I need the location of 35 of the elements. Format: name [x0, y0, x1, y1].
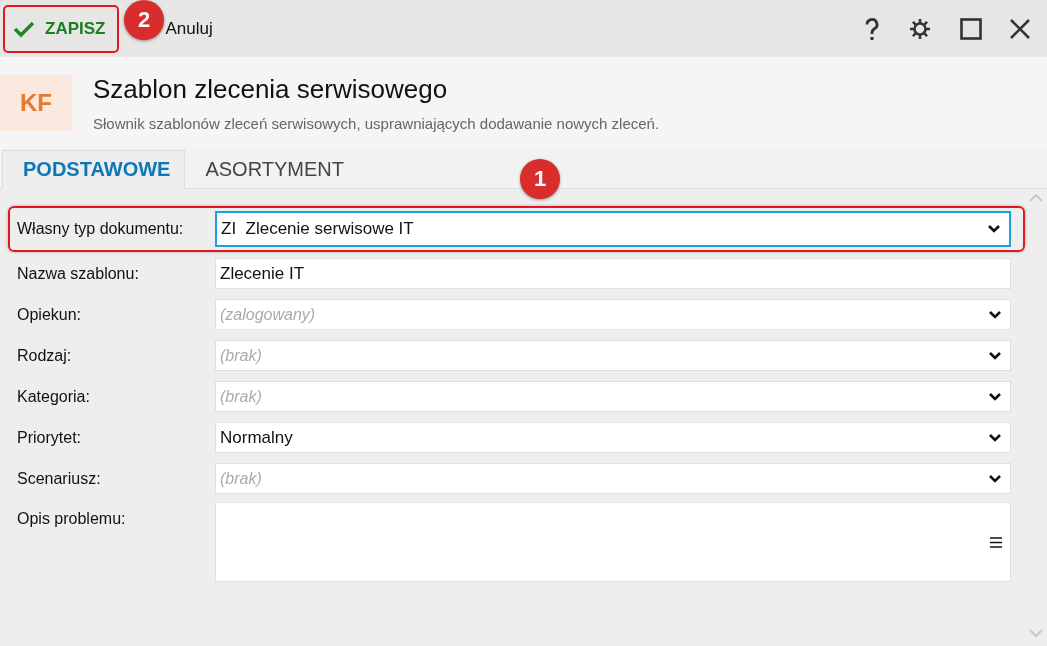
form-title: Szablon zlecenia serwisowego [93, 73, 449, 105]
close-icon[interactable] [1010, 18, 1030, 39]
annotation-badge: 1 [520, 159, 560, 199]
checkmark-icon [13, 19, 35, 38]
chevron-down-icon [987, 224, 1001, 234]
tab[interactable]: ASORTYMENT [185, 150, 358, 189]
module-logo: KF [0, 74, 72, 131]
lines-icon [990, 536, 1002, 548]
field-label: Rodzaj: [17, 346, 73, 365]
maximize-icon[interactable] [960, 17, 982, 40]
help-icon[interactable] [864, 16, 880, 41]
dropdown-field[interactable]: (brak) [215, 340, 1011, 371]
tab[interactable]: PODSTAWOWE [2, 150, 186, 189]
chevron-down-icon [988, 391, 1002, 402]
dropdown-field[interactable]: ZI Zlecenie serwisowe IT [215, 211, 1011, 247]
dropdown-field[interactable]: (zalogowany) [215, 299, 1011, 330]
chevron-down-icon [988, 473, 1002, 484]
input-field[interactable]: Zlecenie IT [215, 258, 1011, 289]
field-label: Nazwa szablonu: [17, 264, 140, 283]
field-label: Priorytet: [17, 428, 82, 447]
field-label: Kategoria: [17, 387, 91, 406]
cancel-button[interactable]: Anuluj [165, 12, 213, 45]
chevron-down-icon [988, 432, 1002, 443]
chevron-down-icon [988, 350, 1002, 361]
dropdown-field[interactable]: (brak) [215, 463, 1011, 494]
annotation-badge: 2 [124, 0, 164, 40]
dropdown-field[interactable]: (brak) [215, 381, 1011, 412]
dropdown-field[interactable]: Normalny [215, 422, 1011, 453]
field-label: Opis problemu: [17, 509, 127, 528]
field-label: Scenariusz: [17, 469, 102, 488]
settings-icon[interactable] [908, 16, 932, 41]
form-subtitle: Słownik szablonów zleceń serwisowych, usprawniających dodawanie nowych zleceń. [93, 114, 660, 132]
chevron-down-icon [988, 309, 1002, 320]
field-label: Własny typ dokumentu: [17, 220, 185, 238]
field-label: Opiekun: [17, 305, 83, 324]
